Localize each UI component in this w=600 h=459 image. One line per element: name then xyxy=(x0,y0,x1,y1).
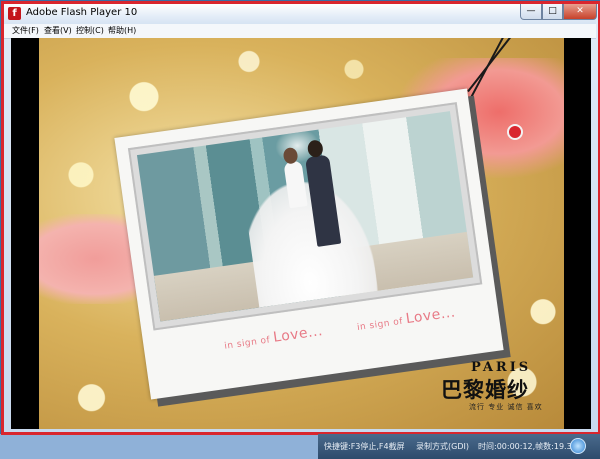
recorder-status-bar: 快捷键:F3停止,F4截屏 录制方式(GDI) 时间:00:00:12,帧数:1… xyxy=(318,434,600,459)
hotkeys-text: 快捷键:F3停止,F4截屏 xyxy=(324,442,405,451)
maximize-button[interactable]: □ xyxy=(542,4,563,20)
minimize-button[interactable]: — xyxy=(520,4,542,20)
brand-logo: PARIS 巴黎婚纱 流行 专业 诚信 喜欢 xyxy=(435,360,563,420)
love-caption: in sign of Love... xyxy=(356,304,457,334)
close-button[interactable]: ✕ xyxy=(563,4,597,20)
menu-bar: 文件(F) 查看(V) 控制(C) 帮助(H) xyxy=(4,24,596,39)
menu-view[interactable]: 查看(V) xyxy=(44,25,72,37)
record-status-icon[interactable] xyxy=(570,438,586,454)
menu-help[interactable]: 帮助(H) xyxy=(108,25,136,37)
wedding-photo xyxy=(136,111,474,322)
photo-frame xyxy=(127,102,483,331)
love-caption-small: in sign of xyxy=(356,316,407,334)
menu-control[interactable]: 控制(C) xyxy=(76,25,104,37)
love-caption-small: in sign of xyxy=(223,334,275,352)
flash-scene: in sign of Love... in sign of Love... PA… xyxy=(39,38,564,429)
red-pin-icon xyxy=(507,124,523,140)
love-caption-big: Love... xyxy=(272,323,324,346)
record-mode-text: 录制方式(GDI) xyxy=(416,442,469,451)
wedding-photo-card: in sign of Love... in sign of Love... xyxy=(114,88,504,400)
app-window: f Adobe Flash Player 10 — □ ✕ 文件(F) 查看(V… xyxy=(0,0,600,435)
brand-tagline: 流行 专业 诚信 喜欢 xyxy=(469,403,543,411)
brand-chinese: 巴黎婚纱 xyxy=(441,377,529,402)
flash-stage[interactable]: in sign of Love... in sign of Love... PA… xyxy=(11,38,591,429)
title-bar[interactable]: f Adobe Flash Player 10 — □ ✕ xyxy=(4,4,597,24)
time-frames-text: 时间:00:00:12,帧数:19.32 xyxy=(478,442,577,451)
menu-file[interactable]: 文件(F) xyxy=(12,25,39,37)
window-title: Adobe Flash Player 10 xyxy=(26,7,138,18)
love-caption-big: Love... xyxy=(404,304,457,328)
flash-icon: f xyxy=(8,7,21,20)
brand-latin: PARIS xyxy=(471,360,532,375)
love-caption: in sign of Love... xyxy=(223,323,324,353)
